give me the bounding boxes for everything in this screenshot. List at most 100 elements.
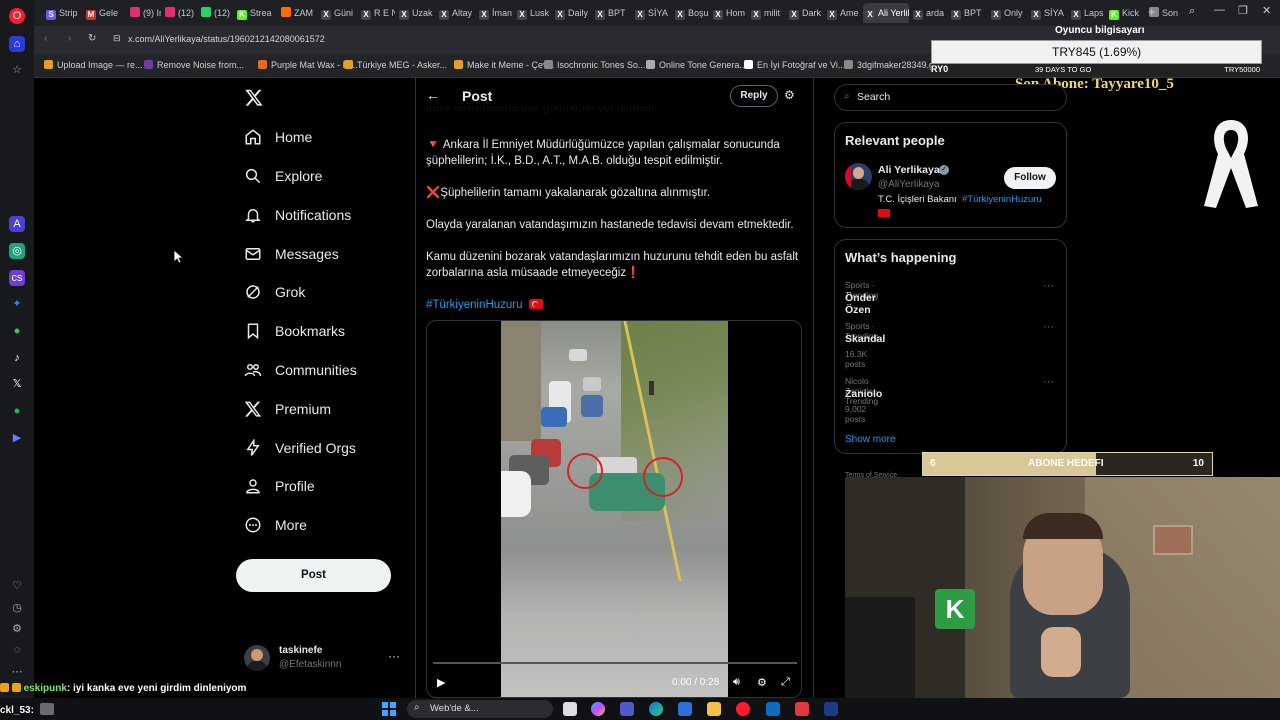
nav-item-profile[interactable]: Profile	[243, 471, 315, 501]
x-icon[interactable]: 𝕏	[9, 376, 25, 392]
reply-button[interactable]: Reply	[730, 85, 778, 107]
more-dots-icon[interactable]: ···	[388, 649, 400, 663]
tiktok-icon[interactable]: ♪	[9, 350, 25, 366]
edge-icon[interactable]	[649, 702, 663, 716]
browser-tab[interactable]: X Daily	[553, 3, 591, 23]
nav-item-grok[interactable]: Grok	[243, 277, 305, 307]
browser-tab[interactable]: Xmilit	[749, 3, 785, 23]
trend-more-icon[interactable]: ···	[1043, 280, 1054, 292]
taskbar-search[interactable]: ⌕ Web'de &...	[407, 700, 553, 718]
home-icon[interactable]: ⌂	[9, 36, 25, 52]
x-logo-icon[interactable]	[244, 88, 264, 107]
browser-tab[interactable]: X Laps	[1069, 3, 1105, 23]
spotify-icon[interactable]: ●	[9, 403, 25, 419]
video-frame[interactable]: ▶ 0:00 / 0:28 🔊︎ ⚙ ⤢	[426, 320, 802, 698]
browser-tab[interactable]: X Ame	[825, 3, 861, 23]
sliders-icon[interactable]: ⚙	[784, 88, 795, 102]
site-info-icon[interactable]: ⊟	[113, 33, 121, 44]
browser-tab[interactable]: X Uzak	[397, 3, 435, 23]
browser-tab[interactable]: (12)	[163, 3, 197, 23]
bookmark-item[interactable]: 3dgifmaker28349.gif	[844, 60, 939, 70]
browser-tab[interactable]: S Strip	[44, 3, 82, 23]
browser-tab[interactable]: X BPT	[949, 3, 987, 23]
bookmark-item[interactable]: Online Tone Genera...	[646, 60, 747, 70]
browser-tab[interactable]: K Strea	[235, 3, 277, 23]
video-progress-track[interactable]	[433, 662, 797, 664]
browser-tab[interactable]: (12) l	[199, 3, 233, 23]
more-icon[interactable]: ⋯	[9, 664, 25, 680]
browser-tab[interactable]: X SİYA	[633, 3, 671, 23]
account-switcher[interactable]: taskinefe @Efetaskinnn ···	[244, 643, 404, 675]
store-icon[interactable]	[678, 702, 692, 716]
browser-tab[interactable]: (9) In	[128, 3, 161, 23]
back-icon[interactable]: ‹	[44, 33, 47, 44]
aria-icon[interactable]: A	[9, 216, 25, 232]
app-icon[interactable]: ◎	[9, 243, 25, 259]
browser-tab[interactable]: X Lusk	[515, 3, 551, 23]
nav-item-home[interactable]: Home	[243, 122, 312, 152]
app-icon[interactable]	[824, 702, 838, 716]
forward-icon[interactable]: ›	[68, 33, 71, 44]
bookmark-item[interactable]: Isochronic Tones So...	[544, 60, 645, 70]
volume-icon[interactable]: 🔊︎	[733, 676, 740, 689]
browser-tab[interactable]: X BPT	[593, 3, 631, 23]
browser-tab[interactable]: K Kick	[1107, 3, 1145, 23]
tips-icon[interactable]: ◌	[9, 642, 25, 658]
hashtag-link[interactable]: #TürkiyeninHuzuru	[426, 299, 523, 311]
browser-tab[interactable]: M Gele	[84, 3, 126, 23]
task-view-icon[interactable]	[563, 702, 577, 716]
settings-icon[interactable]: ⚙	[757, 676, 767, 689]
player-icon[interactable]: ▶	[9, 430, 25, 446]
minimize-button[interactable]: —	[1214, 4, 1225, 16]
person-name[interactable]: Ali Yerlikaya	[878, 164, 940, 176]
browser-tab[interactable]: X Hom	[711, 3, 747, 23]
browser-tab[interactable]: X Altay	[437, 3, 475, 23]
bookmark-item[interactable]: Türkiye MEG - Asker...	[344, 60, 447, 70]
opera-logo-icon[interactable]: O	[9, 8, 25, 24]
nav-item-communities[interactable]: Communities	[243, 355, 357, 385]
fullscreen-icon[interactable]: ⤢	[781, 676, 790, 689]
show-more-link[interactable]: Show more	[845, 434, 896, 445]
close-window-button[interactable]: ✕	[1262, 4, 1271, 17]
post-button[interactable]: Post	[236, 559, 391, 592]
app-icon[interactable]: cs	[9, 270, 25, 286]
play-icon[interactable]: ▶	[437, 676, 445, 689]
history-icon[interactable]: ◷	[9, 600, 25, 616]
nav-item-bookmarks[interactable]: Bookmarks	[243, 316, 345, 346]
star-icon[interactable]: ☆	[9, 62, 25, 78]
copilot-icon[interactable]	[591, 702, 605, 716]
browser-tab[interactable]: X Güni	[319, 3, 357, 23]
nav-item-verified-orgs[interactable]: Verified Orgs	[243, 433, 356, 463]
trend-more-icon[interactable]: ···	[1043, 376, 1054, 388]
browser-tab[interactable]: X SİYA	[1029, 3, 1067, 23]
follow-button[interactable]: Follow	[1004, 167, 1056, 189]
bookmark-item[interactable]: En İyi Fotoğraf ve Vi...	[744, 60, 845, 70]
nav-item-notifications[interactable]: Notifications	[243, 200, 351, 230]
browser-tab[interactable]: X Only	[989, 3, 1027, 23]
browser-tab[interactable]: X Boşu	[673, 3, 709, 23]
browser-tab[interactable]: X Dark	[787, 3, 823, 23]
settings-icon[interactable]: ⚙	[9, 621, 25, 637]
new-tab-button[interactable]: +	[1148, 4, 1156, 19]
heart-icon[interactable]: ♡	[9, 578, 25, 594]
app-icon[interactable]	[795, 702, 809, 716]
back-arrow-icon[interactable]: ←	[426, 87, 440, 103]
nav-item-explore[interactable]: Explore	[243, 161, 322, 191]
nav-item-more[interactable]: More	[243, 510, 307, 540]
trend-more-icon[interactable]: ···	[1043, 321, 1054, 333]
bookmark-item[interactable]: Purple Mat Wax - M...	[258, 60, 358, 70]
messenger-icon[interactable]: ✦	[9, 296, 25, 312]
search-tabs-icon[interactable]: ⌕	[1189, 5, 1195, 18]
person-bio-hashtag[interactable]: #TürkiyeninHuzuru	[962, 194, 1042, 205]
search-input[interactable]: ⌕ Search	[834, 84, 1067, 111]
browser-tab[interactable]: Xarda	[911, 3, 947, 23]
browser-tab[interactable]: ZAM	[279, 3, 317, 23]
bookmark-item[interactable]: Remove Noise from...	[144, 60, 244, 70]
avatar[interactable]	[845, 163, 872, 190]
opera-icon[interactable]	[736, 702, 750, 716]
whatsapp-icon[interactable]: ●	[9, 323, 25, 339]
start-icon[interactable]	[382, 702, 396, 716]
bookmark-item[interactable]: Upload Image — re...	[44, 60, 143, 70]
browser-tab[interactable]: XAli Yerlika	[863, 3, 909, 23]
reload-icon[interactable]: ↻	[88, 33, 96, 44]
